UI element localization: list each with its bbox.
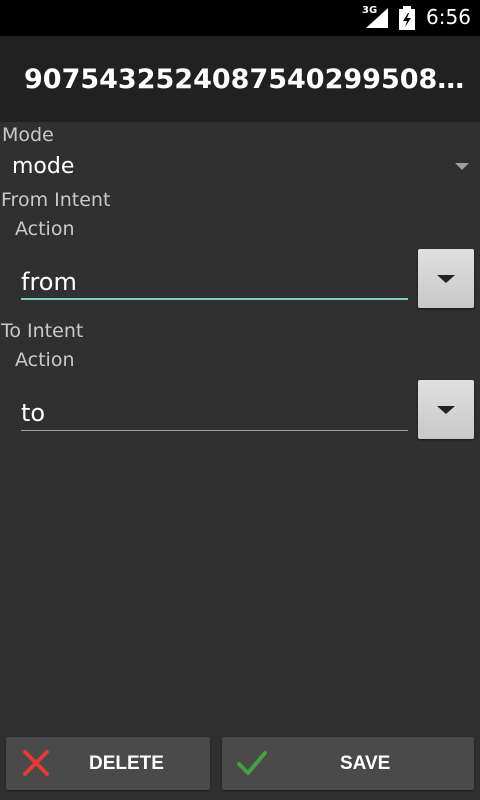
to-action-label: Action: [15, 349, 75, 371]
save-button[interactable]: SAVE: [222, 737, 474, 790]
chevron-down-icon: [455, 163, 469, 170]
save-label: SAVE: [340, 753, 391, 774]
status-bar: 3G 6:56: [0, 0, 480, 36]
mode-value: mode: [12, 154, 75, 179]
checkmark-icon: [237, 751, 267, 775]
to-intent-label: To Intent: [1, 320, 84, 342]
to-action-input[interactable]: to: [21, 387, 408, 431]
to-action-value: to: [21, 399, 46, 427]
delete-label: DELETE: [89, 753, 164, 774]
mode-label: Mode: [2, 124, 54, 146]
from-action-dropdown-button[interactable]: [418, 249, 474, 308]
mode-spinner[interactable]: mode: [0, 148, 480, 188]
dropdown-arrow-icon: [437, 275, 455, 283]
from-action-value: from: [21, 268, 77, 296]
input-underline: [21, 430, 408, 431]
to-action-dropdown-button[interactable]: [418, 380, 474, 439]
from-intent-label: From Intent: [1, 189, 111, 211]
input-underline: [21, 298, 408, 300]
delete-button[interactable]: DELETE: [6, 737, 210, 790]
battery-icon: [399, 6, 415, 30]
signal-icon: [366, 8, 388, 28]
dropdown-arrow-icon: [437, 406, 455, 414]
delete-x-icon: [23, 750, 49, 776]
from-action-label: Action: [15, 218, 75, 240]
page-title: 9075432524087540299508…: [24, 64, 465, 95]
from-action-input[interactable]: from: [21, 256, 408, 300]
clock: 6:56: [426, 5, 471, 29]
